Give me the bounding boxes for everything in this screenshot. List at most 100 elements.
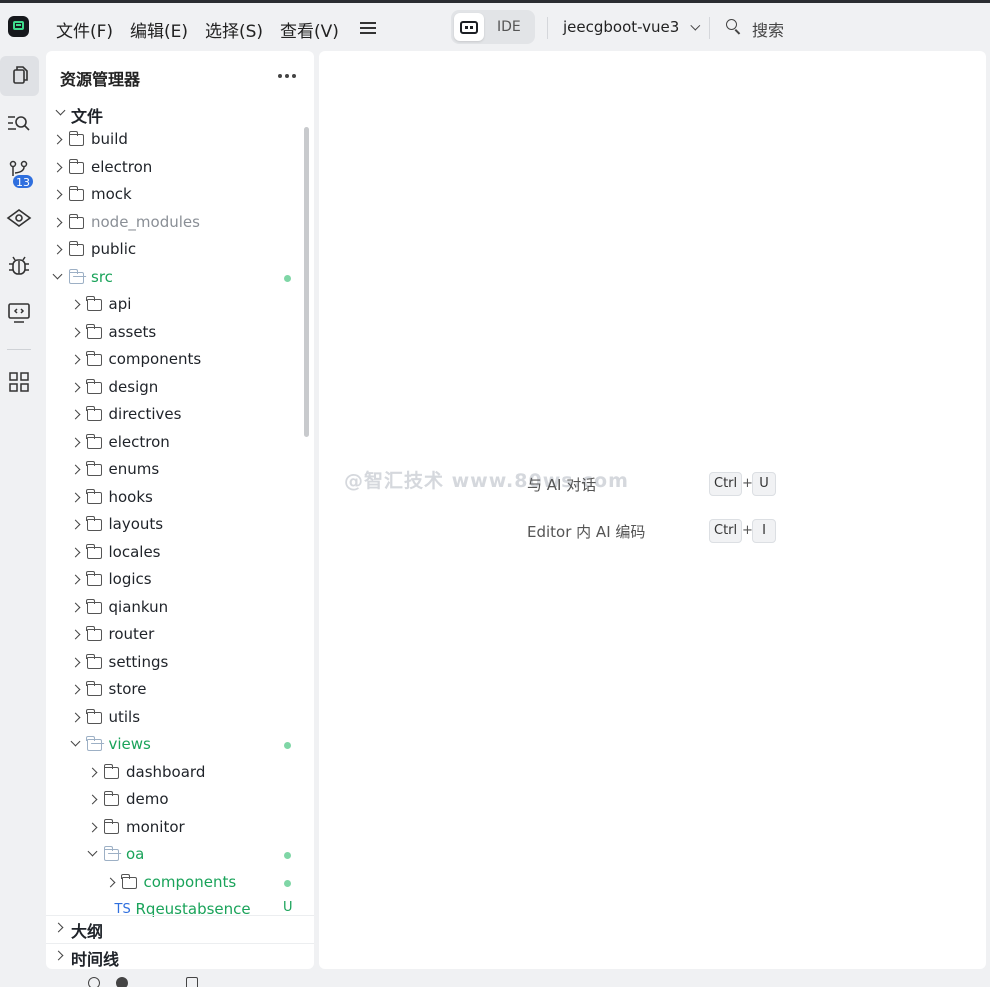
app-logo-icon — [8, 16, 29, 37]
chevron-right-icon — [70, 382, 80, 392]
extensions-button[interactable] — [0, 361, 39, 401]
kbd-u: U — [752, 472, 776, 496]
tree-folder-item[interactable]: dashboard — [46, 760, 301, 787]
more-menu-icon[interactable] — [360, 22, 376, 34]
tree-folder-item[interactable]: views — [46, 732, 301, 759]
tree-item-label: settings — [108, 652, 169, 671]
divider — [709, 17, 710, 39]
chevron-right-icon — [52, 244, 63, 255]
chevron-right-icon — [70, 437, 80, 447]
chevron-right-icon — [52, 189, 63, 200]
chevron-right-icon — [70, 464, 80, 475]
tree-scrollbar[interactable] — [304, 127, 309, 437]
tree-folder-item[interactable]: enums — [46, 457, 301, 484]
tree-folder-item[interactable]: build — [46, 127, 301, 154]
tree-folder-item[interactable]: utils — [46, 705, 301, 732]
chevron-right-icon — [53, 950, 64, 961]
explorer-button[interactable] — [0, 56, 39, 96]
timeline-section-header[interactable]: 时间线 — [46, 944, 314, 969]
tree-folder-item[interactable]: src — [46, 265, 301, 292]
folder-icon — [68, 131, 84, 146]
folder-icon — [86, 626, 102, 641]
folder-icon — [103, 818, 119, 834]
tree-folder-item[interactable]: settings — [46, 650, 301, 677]
tree-folder-item[interactable]: api — [46, 292, 301, 319]
folder-icon — [86, 433, 102, 449]
tree-folder-item[interactable]: layouts — [46, 512, 301, 539]
tree-folder-item[interactable]: design — [46, 375, 301, 402]
debug-button[interactable] — [0, 246, 39, 286]
tree-folder-item[interactable]: locales — [46, 540, 301, 567]
folder-icon — [86, 543, 102, 559]
agent-mode-icon[interactable] — [454, 13, 484, 41]
folder-icon — [86, 516, 102, 531]
more-actions-icon[interactable] — [278, 74, 296, 78]
folder-icon — [86, 681, 102, 696]
chevron-right-icon — [52, 162, 63, 172]
ide-mode-label[interactable]: IDE — [497, 19, 521, 35]
outline-section-label: 大纲 — [71, 922, 104, 941]
chevron-right-icon — [52, 217, 63, 227]
folder-icon — [86, 598, 102, 614]
chevron-right-icon — [105, 877, 115, 887]
tree-item-label: design — [108, 377, 159, 396]
preview-button[interactable] — [0, 198, 39, 238]
chevron-right-icon — [70, 299, 80, 310]
tree-folder-item[interactable]: electron — [46, 155, 301, 182]
chevron-down-icon — [690, 20, 701, 31]
tree-item-label: store — [108, 680, 147, 698]
search-icon — [726, 19, 741, 35]
tree-item-label: router — [108, 625, 155, 643]
activity-divider — [7, 349, 31, 350]
ai-inline-hint: Editor 内 AI 编码 — [527, 523, 646, 541]
menu-edit[interactable]: 编辑(E) — [130, 17, 188, 42]
eye-icon — [6, 209, 32, 227]
modified-dot — [284, 274, 291, 282]
tree-item-label: views — [108, 735, 151, 753]
remote-button[interactable] — [0, 292, 39, 332]
folder-icon — [86, 323, 102, 339]
remote-display-icon — [8, 303, 30, 323]
tree-folder-item[interactable]: directives — [46, 402, 301, 429]
source-control-button[interactable]: 13 — [0, 152, 39, 192]
chevron-right-icon — [52, 134, 63, 145]
outline-section-header[interactable]: 大纲 — [46, 916, 314, 942]
status-panel-icon[interactable] — [186, 977, 198, 987]
menu-file[interactable]: 文件(F) — [56, 17, 113, 42]
folder-open-icon — [103, 846, 119, 861]
chevron-right-icon — [70, 327, 80, 337]
search-view-button[interactable] — [0, 103, 39, 143]
tree-folder-item[interactable]: electron — [46, 430, 301, 457]
modified-dot — [284, 879, 291, 887]
tree-folder-item[interactable]: demo — [46, 787, 301, 814]
mode-switch[interactable]: IDE — [451, 10, 535, 44]
extensions-grid-icon — [9, 372, 29, 392]
scm-badge: 13 — [12, 174, 34, 189]
chevron-right-icon — [87, 794, 98, 805]
folder-icon — [68, 186, 84, 201]
project-selector[interactable]: jeecgboot-vue3 — [563, 18, 701, 36]
status-error-icon[interactable] — [116, 977, 128, 987]
tree-folder-item[interactable]: assets — [46, 320, 301, 347]
git-status-badge: U — [283, 900, 293, 915]
tree-folder-item[interactable]: oa — [46, 842, 301, 869]
menu-view[interactable]: 查看(V) — [280, 17, 339, 42]
tree-folder-item[interactable]: monitor — [46, 815, 301, 842]
tree-folder-item[interactable]: logics — [46, 567, 301, 594]
tree-folder-item[interactable]: store — [46, 677, 301, 704]
tree-folder-item[interactable]: node_modules — [46, 210, 301, 237]
status-sync-icon[interactable] — [88, 977, 100, 987]
chevron-right-icon — [70, 409, 80, 420]
tree-folder-item[interactable]: mock — [46, 182, 301, 209]
tree-folder-item[interactable]: hooks — [46, 485, 301, 512]
folder-icon — [86, 461, 102, 476]
tree-folder-item[interactable]: router — [46, 622, 301, 649]
files-section-header[interactable]: 文件 — [46, 101, 314, 127]
tree-item-label: components — [143, 872, 237, 891]
tree-folder-item[interactable]: public — [46, 237, 301, 264]
tree-folder-item[interactable]: components — [46, 870, 301, 897]
tree-folder-item[interactable]: qiankun — [46, 595, 301, 622]
chevron-down-icon — [70, 736, 80, 747]
menu-selection[interactable]: 选择(S) — [205, 17, 263, 42]
tree-folder-item[interactable]: components — [46, 347, 301, 374]
